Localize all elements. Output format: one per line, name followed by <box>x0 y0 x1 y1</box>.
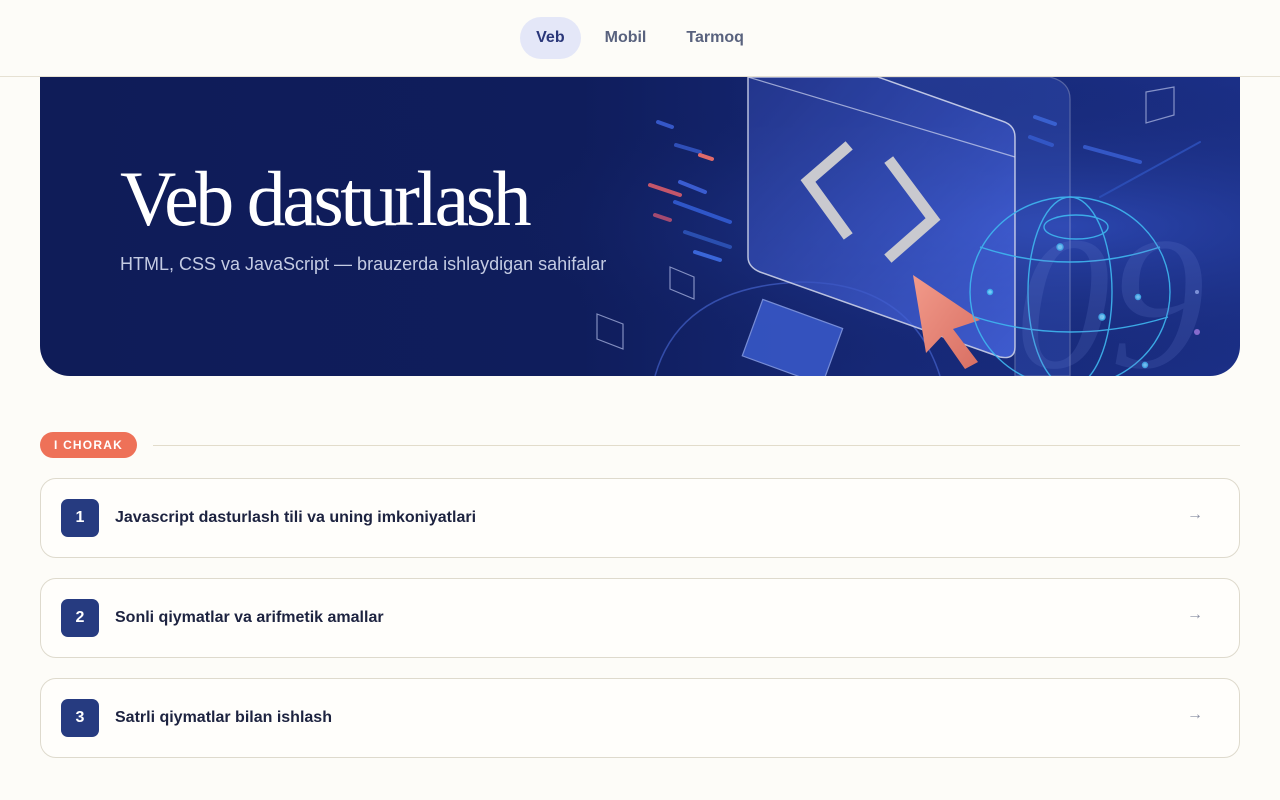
tab-tarmoq[interactable]: Tarmoq <box>670 17 759 59</box>
top-navigation: Veb Mobil Tarmoq <box>0 0 1280 77</box>
lesson-number: 3 <box>61 699 99 737</box>
tab-bar: Veb Mobil Tarmoq <box>520 17 760 59</box>
lesson-card-1[interactable]: 1 Javascript dasturlash tili va uning im… <box>40 478 1240 558</box>
tab-veb[interactable]: Veb <box>520 17 581 59</box>
lesson-card-3[interactable]: 3 Satrli qiymatlar bilan ishlash → <box>40 678 1240 758</box>
quarter-badge: I CHORAK <box>40 432 137 458</box>
section-divider <box>152 444 1240 446</box>
decorative-numeral: 09 <box>1015 199 1205 376</box>
lesson-card-2[interactable]: 2 Sonli qiymatlar va arifmetik amallar → <box>40 578 1240 658</box>
section-header: I CHORAK <box>40 432 1240 458</box>
lesson-title: Sonli qiymatlar va arifmetik amallar <box>115 609 384 626</box>
lesson-number: 2 <box>61 599 99 637</box>
tab-mobil[interactable]: Mobil <box>589 17 663 59</box>
page-title: Veb dasturlash <box>120 155 532 242</box>
arrow-right-icon: → <box>1187 706 1203 723</box>
hero-banner: 09 Veb dasturlash HTML, CSS va JavaScrip… <box>40 77 1240 376</box>
lesson-title: Javascript dasturlash tili va uning imko… <box>115 509 477 526</box>
page-subtitle: HTML, CSS va JavaScript — brauzerda ishl… <box>120 254 607 274</box>
lesson-number: 1 <box>61 499 99 537</box>
arrow-right-icon: → <box>1187 506 1203 523</box>
arrow-right-icon: → <box>1187 606 1203 623</box>
lesson-title: Satrli qiymatlar bilan ishlash <box>115 709 332 726</box>
